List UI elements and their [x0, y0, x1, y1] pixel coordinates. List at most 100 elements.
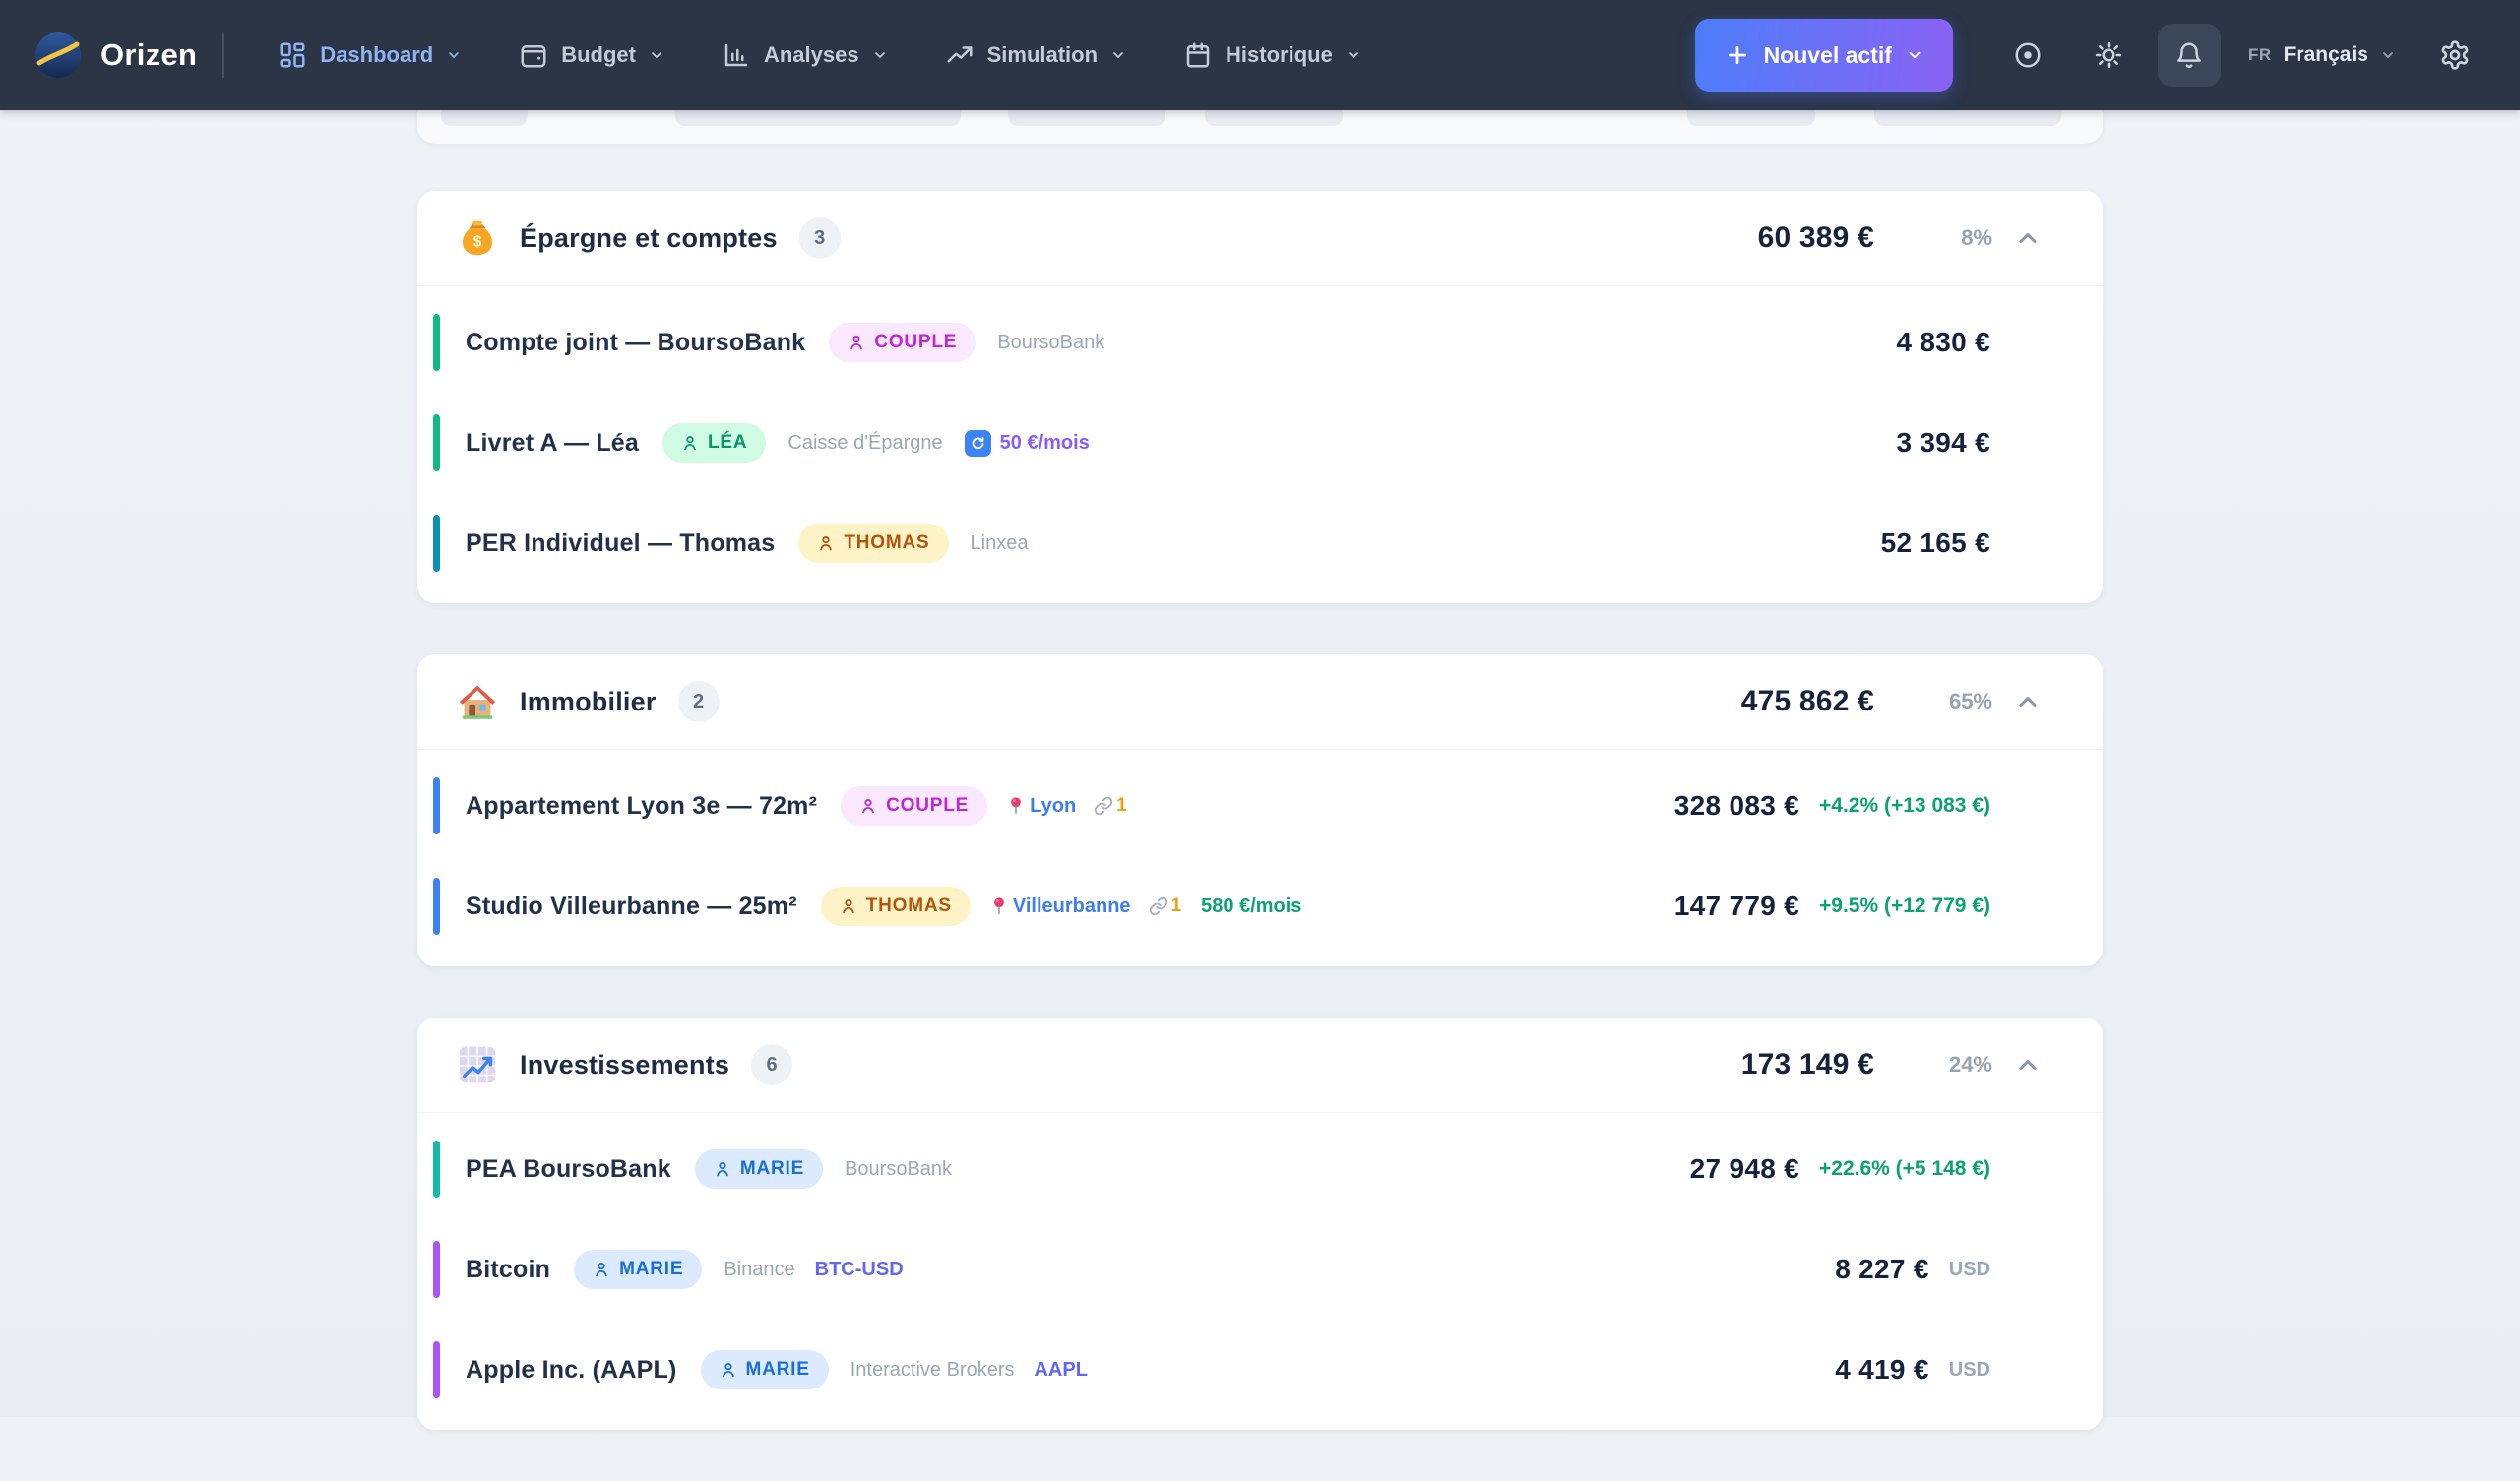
owner-badge: MARIE: [701, 1350, 829, 1389]
recurring-label: 50 €/mois: [1000, 432, 1090, 455]
card-title: Investissements: [520, 1050, 729, 1080]
asset-amount: 52 165 €: [1881, 527, 1990, 559]
asset-name: Apple Inc. (AAPL): [466, 1356, 677, 1385]
chevron-up-icon: [2014, 688, 2042, 715]
asset-amount: 3 394 €: [1896, 427, 1990, 459]
card-header[interactable]: Investissements 6 173 149 € 24%: [417, 1018, 2103, 1112]
asset-gain: +9.5% (+12 779 €): [1819, 895, 1990, 918]
brand[interactable]: Orizen: [33, 31, 197, 80]
category-card-immobilier: Immobilier 2 475 862 € 65% Appartement L…: [417, 654, 2103, 966]
rent-income: 580 €/mois: [1201, 895, 1301, 918]
asset-rows: Compte joint — BoursoBank COUPLE BoursoB…: [417, 286, 2103, 603]
language-label: Français: [2284, 43, 2368, 67]
asset-row[interactable]: Studio Villeurbanne — 25m² THOMAS Villeu…: [433, 856, 1990, 956]
ghost-chip: [441, 110, 528, 126]
person-icon: [593, 1261, 610, 1278]
nav-item-historique[interactable]: Historique: [1160, 23, 1385, 88]
person-icon: [714, 1160, 731, 1178]
top-navbar: Orizen Dashboard Budget Analyses Simulat…: [0, 0, 2520, 110]
asset-rows: Appartement Lyon 3e — 72m² COUPLE Lyon 1…: [417, 750, 2103, 966]
row-values: 8 227 € USD: [1835, 1254, 1990, 1285]
language-code: FR: [2248, 45, 2272, 65]
chevron-down-icon: [649, 47, 664, 63]
owner-label: LÉA: [708, 432, 747, 454]
collapse-button[interactable]: [2008, 682, 2048, 721]
asset-row[interactable]: PER Individuel — Thomas THOMAS Linxea 52…: [433, 493, 1990, 593]
nav-right-cluster: FR Français: [1996, 24, 2487, 87]
theme-toggle-button[interactable]: [2077, 24, 2140, 87]
house-icon: [455, 679, 500, 724]
owner-label: MARIE: [619, 1259, 683, 1280]
category-card-investissements: Investissements 6 173 149 € 24% PEA Bour…: [417, 1018, 2103, 1430]
calendar-icon: [1183, 40, 1213, 70]
person-icon: [848, 334, 865, 351]
asset-name: Livret A — Léa: [466, 429, 639, 458]
main-nav: Dashboard Budget Analyses Simulation His…: [254, 23, 1385, 88]
platform-name: BoursoBank: [997, 332, 1104, 354]
owner-badge: MARIE: [574, 1250, 702, 1289]
owner-badge: THOMAS: [821, 887, 971, 926]
trending-up-icon: [945, 40, 975, 70]
owner-label: THOMAS: [866, 895, 952, 917]
collapse-button[interactable]: [2008, 218, 2048, 258]
currency-label: USD: [1949, 1259, 1990, 1281]
settings-button[interactable]: [2424, 24, 2487, 87]
category-card-epargne: $ Épargne et comptes 3 60 389 € 8% Compt…: [417, 191, 2103, 603]
wallet-icon: [519, 40, 548, 70]
asset-color-bar: [433, 1241, 440, 1298]
bell-icon: [2174, 40, 2204, 70]
link-icon: [1149, 896, 1168, 916]
chevron-down-icon: [1906, 46, 1923, 64]
new-asset-label: Nouvel actif: [1764, 42, 1892, 69]
asset-color-bar: [433, 1141, 440, 1198]
nav-item-budget[interactable]: Budget: [495, 23, 688, 88]
row-values: 27 948 € +22.6% (+5 148 €): [1690, 1153, 1990, 1185]
nav-item-analyses[interactable]: Analyses: [698, 23, 912, 88]
row-values: 147 779 € +9.5% (+12 779 €): [1674, 891, 1990, 922]
main-content: $ Épargne et comptes 3 60 389 € 8% Compt…: [0, 110, 2520, 1481]
card-header[interactable]: $ Épargne et comptes 3 60 389 € 8%: [417, 191, 2103, 285]
location-chip: Villeurbanne: [990, 895, 1131, 918]
asset-row[interactable]: Bitcoin MARIE Binance BTC-USD 8 227 € US…: [433, 1219, 1990, 1320]
owner-label: COUPLE: [874, 332, 957, 353]
asset-row[interactable]: Livret A — Léa LÉA Caisse d'Épargne 50 €…: [433, 393, 1990, 493]
asset-color-bar: [433, 414, 440, 471]
owner-badge: MARIE: [695, 1149, 823, 1189]
asset-row[interactable]: Appartement Lyon 3e — 72m² COUPLE Lyon 1…: [433, 756, 1990, 856]
notifications-button[interactable]: [2158, 24, 2221, 87]
plus-icon: [1725, 42, 1750, 68]
owner-label: MARIE: [740, 1158, 804, 1180]
money-bag-icon: $: [455, 216, 500, 261]
new-asset-button[interactable]: Nouvel actif: [1695, 19, 1953, 92]
asset-row[interactable]: PEA BoursoBank MARIE BoursoBank 27 948 €…: [433, 1119, 1990, 1219]
asset-row[interactable]: Compte joint — BoursoBank COUPLE BoursoB…: [433, 292, 1990, 393]
row-values: 52 165 €: [1881, 527, 1990, 559]
sun-icon: [2094, 40, 2123, 70]
platform-name: Linxea: [971, 532, 1029, 555]
asset-count-badge: 6: [751, 1044, 792, 1085]
chevron-up-icon: [2014, 224, 2042, 252]
platform-name: Interactive Brokers: [850, 1359, 1015, 1382]
privacy-target-button[interactable]: [1996, 24, 2059, 87]
chevron-down-icon: [446, 47, 462, 63]
asset-amount: 8 227 €: [1835, 1254, 1929, 1285]
nav-item-simulation[interactable]: Simulation: [921, 23, 1150, 88]
bar-chart-icon: [722, 40, 751, 70]
person-icon: [817, 534, 835, 552]
nav-item-dashboard[interactable]: Dashboard: [254, 23, 485, 88]
collapse-button[interactable]: [2008, 1045, 2048, 1084]
asset-gain: +4.2% (+13 083 €): [1819, 794, 1990, 818]
platform-name: Caisse d'Épargne: [788, 432, 942, 455]
asset-amount: 328 083 €: [1674, 790, 1799, 822]
card-header[interactable]: Immobilier 2 475 862 € 65%: [417, 654, 2103, 749]
language-selector[interactable]: FR Français: [2238, 43, 2406, 67]
asset-amount: 4 830 €: [1896, 327, 1990, 358]
chevron-up-icon: [2014, 1051, 2042, 1079]
asset-row[interactable]: Apple Inc. (AAPL) MARIE Interactive Brok…: [433, 1320, 1990, 1420]
ghost-chip: [1205, 110, 1343, 126]
asset-name: PEA BoursoBank: [466, 1155, 671, 1184]
chevron-down-icon: [872, 47, 888, 63]
nav-item-label: Simulation: [987, 42, 1098, 68]
owner-badge: LÉA: [662, 423, 766, 463]
dashboard-grid-icon: [278, 40, 307, 70]
